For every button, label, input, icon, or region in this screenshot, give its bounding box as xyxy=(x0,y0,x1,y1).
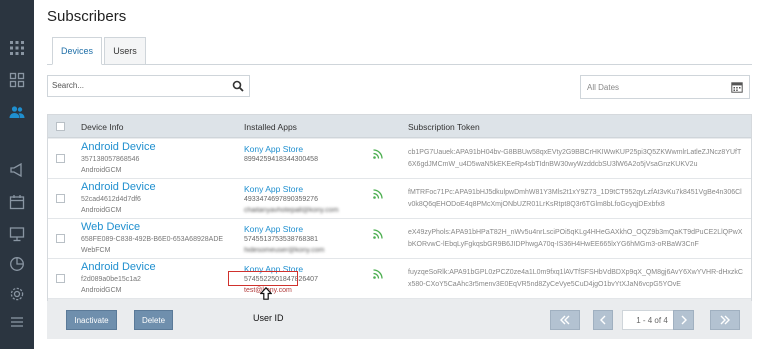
rss-icon xyxy=(373,229,383,239)
app-number: 5745513753538768381 xyxy=(244,236,318,243)
rss-icon xyxy=(373,189,383,199)
app-name[interactable]: Kony App Store xyxy=(244,184,303,194)
next-page-button[interactable] xyxy=(673,310,694,330)
app-number: 899425941834430045​8 xyxy=(244,156,318,163)
tab-users[interactable]: Users xyxy=(104,37,146,65)
device-id: 658FE089-C838-492B-B6E0-653A68928ADE xyxy=(81,236,224,243)
date-filter-select[interactable]: All Dates xyxy=(580,75,750,99)
main-content: Subscribers Devices Users Search... All … xyxy=(34,0,758,349)
app-number: 4933474697890359276 xyxy=(244,196,318,203)
up-arrow-icon xyxy=(260,287,272,300)
row-checkbox[interactable] xyxy=(56,234,65,243)
list-icon[interactable] xyxy=(0,306,34,338)
row-checkbox[interactable] xyxy=(56,194,65,203)
row-checkbox[interactable] xyxy=(56,154,65,163)
table-row[interactable]: Web Device 658FE089-C838-492B-B6E0-653A6… xyxy=(48,219,751,259)
subscription-token: eX49zyPhols:APA91bHPaT82H_nWv5u4nrLsciPO… xyxy=(408,229,743,248)
search-icon[interactable] xyxy=(232,80,244,92)
table-row[interactable]: Android Device 52cad4612d4d7df6 AndroidG… xyxy=(48,179,751,219)
app-name[interactable]: Kony App Store xyxy=(244,144,303,154)
column-header-subscription-token: Subscription Token xyxy=(408,122,480,132)
device-name[interactable]: Android Device xyxy=(81,141,156,153)
select-all-checkbox[interactable] xyxy=(56,122,65,131)
page-title: Subscribers xyxy=(47,8,127,25)
delete-button[interactable]: Delete xyxy=(134,310,173,330)
table-row[interactable]: Android Device 357138057868546 AndroidGC… xyxy=(48,139,751,179)
column-header-installed-apps: Installed Apps xyxy=(244,122,297,132)
device-id: 52cad4612d4d7df6 xyxy=(81,196,141,203)
app-name[interactable]: Kony App Store xyxy=(244,224,303,234)
chevron-right-icon xyxy=(681,315,687,325)
monitor-icon[interactable] xyxy=(0,218,34,250)
device-type: WebFCM xyxy=(81,247,111,254)
tabs-divider xyxy=(47,64,752,65)
pie-chart-icon[interactable] xyxy=(0,248,34,280)
search-placeholder: Search... xyxy=(52,81,85,90)
device-type: AndroidGCM xyxy=(81,167,122,174)
left-sidebar xyxy=(0,0,34,349)
search-input[interactable]: Search... xyxy=(47,75,250,97)
column-header-device-info: Device Info xyxy=(81,122,124,132)
double-chevron-left-icon xyxy=(560,315,570,325)
calendar-icon[interactable] xyxy=(731,81,743,93)
tab-devices[interactable]: Devices xyxy=(52,37,102,65)
double-chevron-right-icon xyxy=(720,315,730,325)
device-type: AndroidGCM xyxy=(81,207,122,214)
device-id: f2d089a0be15c1a2 xyxy=(81,276,141,283)
device-name[interactable]: Android Device xyxy=(81,181,156,193)
user-id-callout-label: User ID xyxy=(253,313,284,323)
subscription-token: cb1PG7Uauek:APA91bH04bv-G8BBUw58qxEVty2G… xyxy=(408,149,742,168)
table-header: Device Info Installed Apps Subscription … xyxy=(48,115,751,138)
row-checkbox[interactable] xyxy=(56,274,65,283)
device-name[interactable]: Web Device xyxy=(81,221,140,233)
rss-icon xyxy=(373,269,383,279)
device-id: 357138057868546 xyxy=(81,156,140,163)
subscription-token: fuyzqeSoRlk:APA91bGPL0zPCZ0ze4a1L0m9fxq1… xyxy=(408,269,743,288)
user-id-highlight-box xyxy=(228,271,298,286)
app-user-id: hidesomeuser@kony.com xyxy=(244,247,325,254)
dashboard-icon[interactable] xyxy=(0,64,34,96)
date-filter-value: All Dates xyxy=(587,83,620,92)
device-type: AndroidGCM xyxy=(81,287,122,294)
megaphone-icon[interactable] xyxy=(0,154,34,186)
prev-page-button[interactable] xyxy=(593,310,613,330)
chevron-left-icon xyxy=(600,315,606,325)
inactivate-button[interactable]: Inactivate xyxy=(66,310,117,330)
app-user-id: chaitanyavhotepall@kony.com xyxy=(244,207,339,214)
last-page-button[interactable] xyxy=(710,310,740,330)
subscription-token: fMTRFoc71Pc:APA91bHJ5dkulpwDmhW81Y3Mls2t… xyxy=(408,189,742,208)
calendar-icon[interactable] xyxy=(0,186,34,218)
first-page-button[interactable] xyxy=(550,310,580,330)
table-row[interactable]: Android Device f2d089a0be15c1a2 AndroidG… xyxy=(48,259,751,299)
device-name[interactable]: Android Device xyxy=(81,261,156,273)
grid-icon[interactable] xyxy=(0,32,34,64)
rss-icon xyxy=(373,149,383,159)
users-icon[interactable] xyxy=(0,96,34,128)
